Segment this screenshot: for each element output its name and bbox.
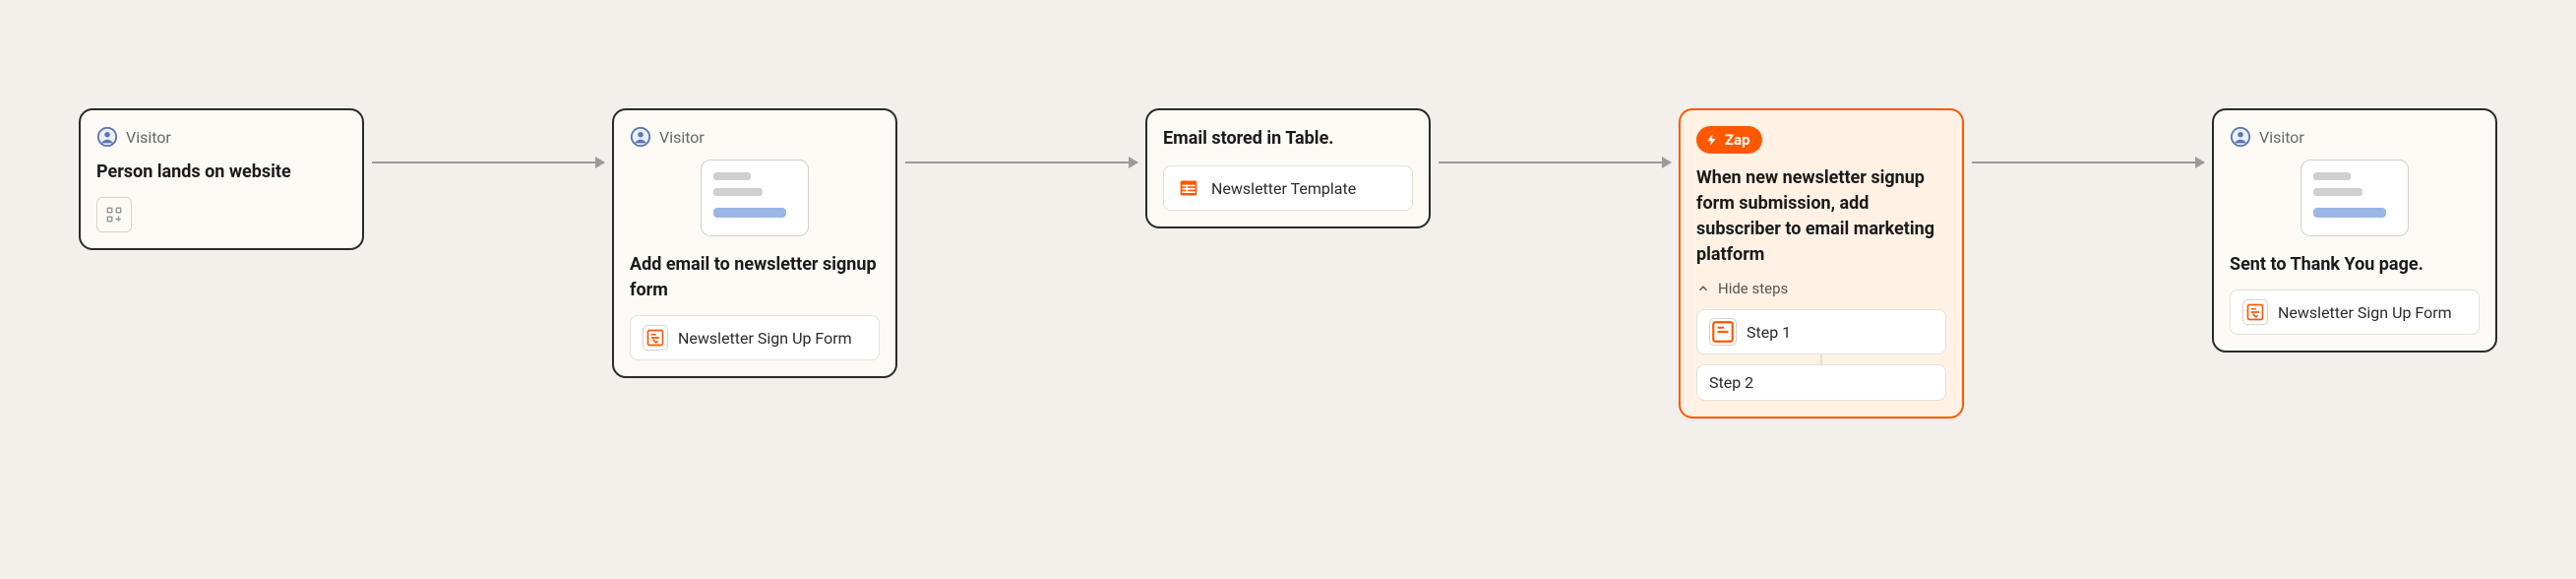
visitor-icon	[2230, 126, 2251, 148]
attached-form-tag[interactable]: Newsletter Sign Up Form	[2230, 290, 2480, 335]
interfaces-icon	[2242, 299, 2268, 325]
zap-step[interactable]: Step 1	[1696, 309, 1946, 354]
role-row: Visitor	[630, 126, 880, 148]
zap-steps: Step 1 Step 2	[1696, 309, 1946, 401]
interfaces-icon	[643, 325, 668, 351]
role-label: Visitor	[126, 128, 171, 147]
qr-icon[interactable]	[96, 197, 132, 232]
tag-label: Newsletter Sign Up Form	[678, 329, 852, 348]
flow-arrow	[897, 161, 1145, 163]
zap-badge: Zap	[1696, 126, 1762, 154]
attached-table-tag[interactable]: Newsletter Template	[1163, 165, 1413, 211]
tables-icon	[1176, 175, 1201, 201]
toggle-steps[interactable]: Hide steps	[1696, 280, 1788, 297]
step-connector	[1820, 354, 1822, 364]
tag-label: Newsletter Template	[1211, 179, 1356, 198]
role-label: Visitor	[659, 128, 705, 147]
form-thumbnail	[701, 160, 809, 236]
flow-canvas[interactable]: Visitor Person lands on website Visitor …	[0, 0, 2576, 579]
node-title: When new newsletter signup form submissi…	[1696, 165, 1946, 268]
step-label: Step 1	[1747, 323, 1791, 342]
tag-label: Newsletter Sign Up Form	[2278, 303, 2452, 322]
flow-arrow	[364, 161, 612, 163]
visitor-icon	[96, 126, 118, 148]
interfaces-icon	[1709, 318, 1737, 346]
flow-node-zap[interactable]: Zap When new newsletter signup form subm…	[1679, 108, 1964, 418]
zap-step[interactable]: Step 2	[1696, 364, 1946, 401]
role-row: Visitor	[96, 126, 346, 148]
attached-form-tag[interactable]: Newsletter Sign Up Form	[630, 315, 880, 360]
flow-node-landing[interactable]: Visitor Person lands on website	[79, 108, 364, 250]
toggle-label: Hide steps	[1718, 280, 1788, 297]
flow-node-signup-form[interactable]: Visitor Add email to newsletter signup f…	[612, 108, 897, 378]
flow-node-table[interactable]: Email stored in Table. Newsletter Templa…	[1145, 108, 1431, 228]
zap-label: Zap	[1725, 131, 1750, 149]
node-title: Person lands on website	[96, 160, 346, 185]
form-thumbnail	[2300, 160, 2409, 236]
node-title: Sent to Thank You page.	[2230, 252, 2480, 278]
role-label: Visitor	[2259, 128, 2304, 147]
role-row: Visitor	[2230, 126, 2480, 148]
node-title: Add email to newsletter signup form	[630, 252, 880, 303]
step-label: Step 2	[1709, 373, 1753, 392]
flow-arrow	[1431, 161, 1679, 163]
visitor-icon	[630, 126, 651, 148]
flow-arrow	[1964, 161, 2212, 163]
node-title: Email stored in Table.	[1163, 126, 1413, 152]
flow-node-thankyou[interactable]: Visitor Sent to Thank You page. Newslett…	[2212, 108, 2497, 353]
